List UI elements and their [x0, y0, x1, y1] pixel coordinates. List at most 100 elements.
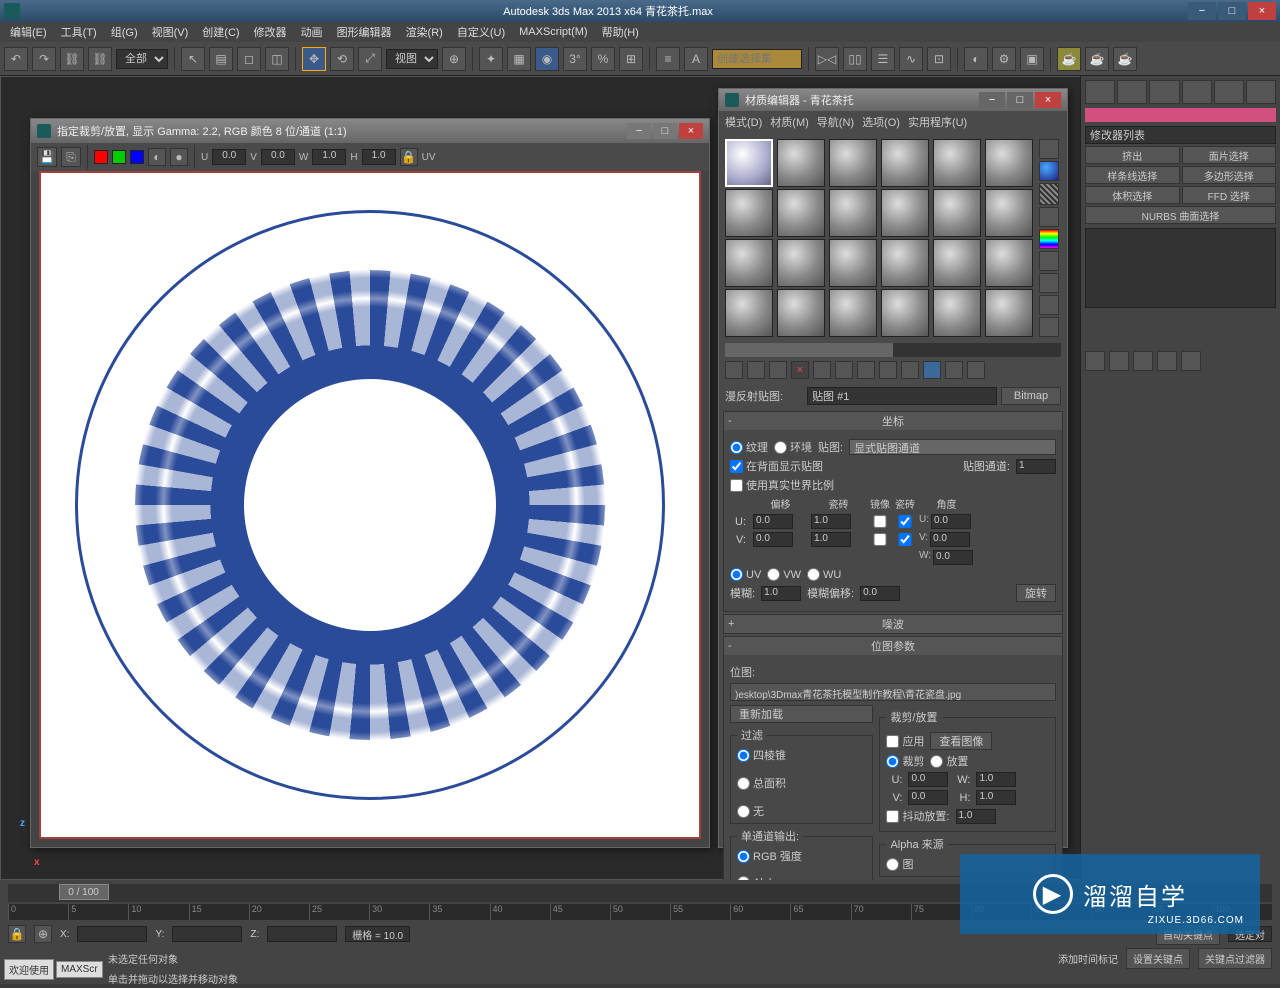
sample-type-button[interactable]	[1039, 139, 1059, 159]
set-ffd[interactable]: FFD 选择	[1182, 186, 1277, 204]
window-crossing-button[interactable]: ◫	[265, 47, 289, 71]
tab-hierarchy[interactable]	[1149, 80, 1179, 104]
jitter-input[interactable]: 1.0	[956, 809, 996, 824]
material-slot[interactable]	[933, 139, 981, 187]
bmp-u-input[interactable]: 0.0	[908, 772, 948, 787]
tab-create[interactable]	[1085, 80, 1115, 104]
go-to-parent-button[interactable]	[945, 361, 963, 379]
material-slot[interactable]	[829, 289, 877, 337]
tab-utilities[interactable]	[1246, 80, 1276, 104]
rotate-button[interactable]: ⟲	[330, 47, 354, 71]
set-extrude[interactable]: 挤出	[1085, 146, 1180, 164]
play-button[interactable]	[1133, 351, 1153, 371]
menu-edit[interactable]: 编辑(E)	[4, 22, 53, 42]
wu-radio[interactable]: WU	[807, 568, 841, 581]
menu-maxscript[interactable]: MAXScript(M)	[513, 24, 593, 40]
menu-help[interactable]: 帮助(H)	[596, 22, 645, 42]
filter-none-radio[interactable]: 无	[737, 803, 866, 819]
u-angle-input[interactable]: 0.0	[931, 514, 971, 529]
layers-button[interactable]: ☰	[871, 47, 895, 71]
schematic-button[interactable]: ⊡	[927, 47, 951, 71]
anglesnap-button[interactable]: 3°	[563, 47, 587, 71]
render-production-button[interactable]: ☕	[1057, 47, 1081, 71]
map-type-button[interactable]: Bitmap	[1001, 387, 1061, 405]
pivot-button[interactable]: ⊕	[442, 47, 466, 71]
select-by-mat-button[interactable]	[1039, 295, 1059, 315]
undo-button[interactable]: ↶	[4, 47, 28, 71]
rotate-button[interactable]: 旋转	[1016, 584, 1056, 602]
material-slot[interactable]	[985, 189, 1033, 237]
material-slot[interactable]	[725, 289, 773, 337]
u-mirror-checkbox[interactable]	[869, 515, 891, 528]
material-slot[interactable]	[777, 189, 825, 237]
channel-red-icon[interactable]	[94, 150, 108, 164]
material-slot[interactable]	[881, 139, 929, 187]
v-tile-input[interactable]: 1.0	[811, 532, 851, 547]
set-spline[interactable]: 样条线选择	[1085, 166, 1180, 184]
background-button[interactable]	[1039, 183, 1059, 205]
vw-radio[interactable]: VW	[767, 568, 801, 581]
uv-radio[interactable]: UV	[730, 568, 761, 581]
save-image-button[interactable]: 💾	[37, 147, 57, 167]
noise-rollout-header[interactable]: +噪波	[724, 615, 1062, 633]
tab-display[interactable]	[1214, 80, 1244, 104]
u-tile-input[interactable]: 1.0	[811, 514, 851, 529]
place-radio[interactable]: 放置	[930, 753, 968, 769]
video-color-button[interactable]	[1039, 229, 1059, 249]
show-on-back-checkbox[interactable]: 在背面显示贴图	[730, 458, 823, 474]
assign-button[interactable]	[769, 361, 787, 379]
material-slot[interactable]	[985, 139, 1033, 187]
v-offset-input[interactable]: 0.0	[753, 532, 793, 547]
show-in-viewport-button[interactable]	[901, 361, 919, 379]
modifier-stack[interactable]	[1085, 228, 1276, 308]
close-button[interactable]: ×	[1248, 2, 1276, 20]
lock-selection-button[interactable]: 🔒	[8, 925, 26, 943]
put-to-scene-button[interactable]	[747, 361, 765, 379]
mat-maximize-button[interactable]: □	[1007, 92, 1033, 108]
material-slot[interactable]	[777, 139, 825, 187]
matmenu-material[interactable]: 材质(M)	[770, 114, 809, 130]
select-region-button[interactable]: ◻	[237, 47, 261, 71]
v-angle-input[interactable]: 0.0	[930, 532, 970, 547]
make-preview-button[interactable]	[1039, 251, 1059, 271]
material-slot[interactable]	[933, 239, 981, 287]
material-slot[interactable]	[881, 289, 929, 337]
u-tile-checkbox[interactable]	[894, 515, 916, 528]
crop-u-input[interactable]: 0.0	[212, 149, 246, 165]
matmenu-utilities[interactable]: 实用程序(U)	[908, 114, 967, 130]
get-material-button[interactable]	[725, 361, 743, 379]
texture-radio[interactable]: 纹理	[730, 439, 768, 455]
modifier-list-dropdown[interactable]: 修改器列表	[1085, 126, 1276, 144]
bitmap-rollout-header[interactable]: -位图参数	[724, 637, 1062, 655]
channel-mono-button[interactable]: ●	[170, 148, 188, 166]
filter-pyramidal-radio[interactable]: 四棱锥	[737, 747, 866, 763]
bitmap-path-button[interactable]: )esktop\3Dmax青花茶托模型制作教程\青花瓷盘.jpg	[730, 683, 1056, 701]
align-button[interactable]: ▯▯	[843, 47, 867, 71]
select-name-button[interactable]: ▤	[209, 47, 233, 71]
next-frame-button[interactable]	[1157, 351, 1177, 371]
z-coord-input[interactable]	[267, 926, 337, 942]
matmenu-navigation[interactable]: 导航(N)	[817, 114, 854, 130]
time-slider-marker[interactable]: 0 / 100	[59, 884, 109, 900]
material-slot[interactable]	[777, 239, 825, 287]
crop-maximize-button[interactable]: □	[653, 123, 677, 139]
menu-modifiers[interactable]: 修改器	[248, 22, 293, 42]
select-button[interactable]: ↖	[181, 47, 205, 71]
jitter-checkbox[interactable]: 抖动放置:	[886, 808, 949, 824]
reload-button[interactable]: 重新加载	[730, 705, 873, 723]
backlight-button[interactable]	[1039, 161, 1059, 181]
matid-channel-button[interactable]	[879, 361, 897, 379]
mono-rgb-radio[interactable]: RGB 强度	[737, 848, 866, 864]
bmp-v-input[interactable]: 0.0	[908, 790, 948, 805]
abs-rel-button[interactable]: ⊕	[34, 925, 52, 943]
sample-uv-button[interactable]	[1039, 207, 1059, 227]
go-forward-button[interactable]	[967, 361, 985, 379]
set-volume[interactable]: 体积选择	[1085, 186, 1180, 204]
reset-button[interactable]: ×	[791, 361, 809, 379]
keyboard-shortcut-button[interactable]: ▦	[507, 47, 531, 71]
put-to-lib-button[interactable]	[857, 361, 875, 379]
setkey-button[interactable]: 设置关键点	[1126, 948, 1190, 969]
w-angle-input[interactable]: 0.0	[933, 550, 973, 565]
move-button[interactable]: ✥	[302, 47, 326, 71]
coordinates-rollout-header[interactable]: -坐标	[724, 412, 1062, 430]
